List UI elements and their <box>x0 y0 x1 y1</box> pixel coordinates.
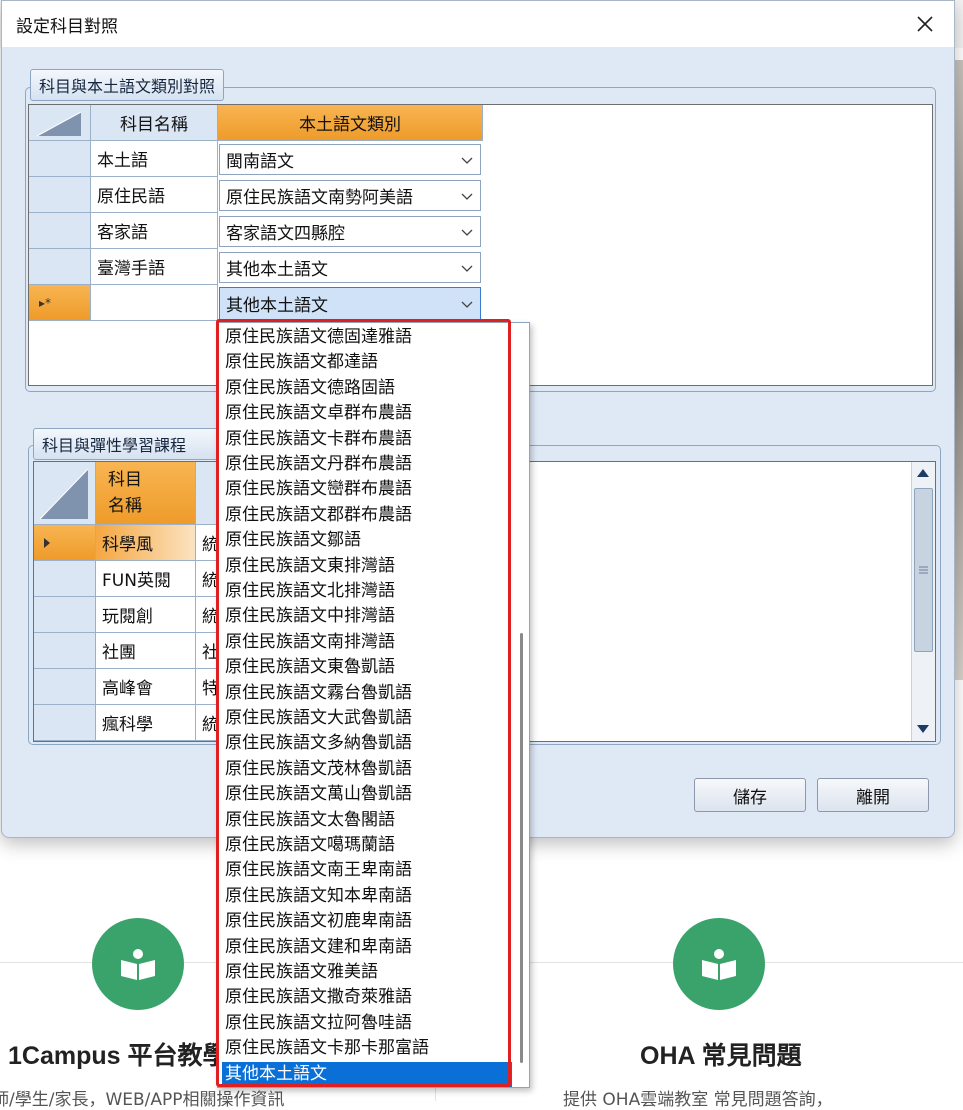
subject-cell[interactable]: 原住民語 <box>91 177 218 213</box>
close-icon[interactable] <box>910 9 940 39</box>
subject-cell[interactable]: 臺灣手語 <box>91 249 218 285</box>
subject-cell-new[interactable] <box>91 285 218 321</box>
row-header[interactable] <box>34 597 96 633</box>
subject-cell[interactable]: 客家語 <box>91 213 218 249</box>
category-combo[interactable]: 閩南語文 <box>219 144 481 175</box>
row-header[interactable] <box>29 213 91 249</box>
row-header[interactable] <box>29 141 91 177</box>
title-bar[interactable]: 設定科目對照 <box>2 1 954 47</box>
current-row-header[interactable] <box>34 525 96 561</box>
dropdown-option[interactable]: 原住民族語文知本卑南語 <box>222 884 512 909</box>
subject-cell[interactable]: 玩閱創 <box>96 597 196 633</box>
dropdown-option[interactable]: 原住民族語文中排灣語 <box>222 604 512 629</box>
row-header[interactable] <box>34 669 96 705</box>
new-row-marker[interactable]: ▸* <box>29 285 91 321</box>
dropdown-option[interactable]: 原住民族語文卓群布農語 <box>222 401 512 426</box>
group-label-flexible-course: 科目與彈性學習課程 <box>33 428 233 460</box>
dropdown-option[interactable]: 原住民族語文南排灣語 <box>222 630 512 655</box>
book-icon <box>673 918 765 1010</box>
chevron-down-icon <box>461 157 473 164</box>
dropdown-option[interactable]: 原住民族語文北排灣語 <box>222 579 512 604</box>
card-desc-1campus: 師/學生/家長，WEB/APP相關操作資訊 <box>0 1090 285 1110</box>
row-header[interactable] <box>34 633 96 669</box>
triangle-up-icon <box>917 469 929 477</box>
row-header[interactable] <box>29 249 91 285</box>
category-value: 原住民族語文南勢阿美語 <box>226 188 413 208</box>
dropdown-option[interactable]: 原住民族語文多納魯凱語 <box>222 731 512 756</box>
subject-cell[interactable]: 社團 <box>96 633 196 669</box>
leave-button[interactable]: 離開 <box>817 778 929 812</box>
save-button[interactable]: 儲存 <box>694 778 806 812</box>
dropdown-scrollbar[interactable] <box>514 323 529 1087</box>
subject-cell[interactable]: FUN英閱 <box>96 561 196 597</box>
dropdown-scrollbar-thumb[interactable] <box>520 633 523 1063</box>
dropdown-option[interactable]: 原住民族語文建和卑南語 <box>222 935 512 960</box>
subject-cell[interactable]: 科學風 <box>96 525 196 561</box>
chevron-down-icon <box>461 229 473 236</box>
dropdown-option[interactable]: 原住民族語文卡群布農語 <box>222 427 512 452</box>
category-value: 客家語文四縣腔 <box>226 224 345 244</box>
category-dropdown-list[interactable]: 原住民族語文德固達雅語 原住民族語文都達語 原住民族語文德路固語 原住民族語文卓群布農… <box>217 322 530 1088</box>
dropdown-option[interactable]: 原住民族語文太魯閣語 <box>222 808 512 833</box>
card-desc-oha: 提供 OHA雲端教室 常見問題答詢， <box>563 1090 833 1110</box>
category-combo-open[interactable]: 其他本土語文 <box>219 287 481 320</box>
dropdown-option[interactable]: 原住民族語文卡那卡那富語 <box>222 1036 512 1061</box>
grid-corner[interactable] <box>29 105 91 141</box>
book-icon <box>92 918 184 1010</box>
dropdown-option[interactable]: 原住民族語文南王卑南語 <box>222 858 512 883</box>
dropdown-option-selected[interactable]: 其他本土語文 <box>222 1061 512 1087</box>
dropdown-option[interactable]: 原住民族語文德固達雅語 <box>222 325 512 350</box>
dropdown-option[interactable]: 原住民族語文初鹿卑南語 <box>222 909 512 934</box>
dropdown-option[interactable]: 原住民族語文萬山魯凱語 <box>222 782 512 807</box>
category-combo[interactable]: 原住民族語文南勢阿美語 <box>219 180 481 211</box>
row-header[interactable] <box>34 705 96 741</box>
subject-cell[interactable]: 本土語 <box>91 141 218 177</box>
dropdown-option[interactable]: 原住民族語文東魯凱語 <box>222 655 512 680</box>
category-value: 閩南語文 <box>226 152 294 172</box>
group-label-native-language: 科目與本土語文類別對照 <box>30 69 225 101</box>
dropdown-option[interactable]: 原住民族語文噶瑪蘭語 <box>222 833 512 858</box>
vertical-scrollbar[interactable] <box>911 462 935 741</box>
dropdown-option[interactable]: 原住民族語文雅美語 <box>222 960 512 985</box>
dropdown-option[interactable]: 原住民族語文丹群布農語 <box>222 452 512 477</box>
card-title-oha: OHA 常見問題 <box>640 1042 802 1070</box>
category-combo[interactable]: 其他本土語文 <box>219 252 481 283</box>
row-header[interactable] <box>34 561 96 597</box>
dropdown-option[interactable]: 原住民族語文大武魯凱語 <box>222 706 512 731</box>
column-header-category[interactable]: 本土語文類別 <box>218 105 483 141</box>
subject-cell[interactable]: 高峰會 <box>96 669 196 705</box>
category-combo[interactable]: 客家語文四縣腔 <box>219 216 481 247</box>
dropdown-option[interactable]: 原住民族語文巒群布農語 <box>222 477 512 502</box>
grid-corner[interactable] <box>34 462 96 525</box>
dropdown-option[interactable]: 原住民族語文霧台魯凱語 <box>222 681 512 706</box>
dropdown-option[interactable]: 原住民族語文茂林魯凱語 <box>222 757 512 782</box>
chevron-down-icon <box>461 193 473 200</box>
scroll-down-button[interactable] <box>912 718 934 740</box>
subject-cell[interactable]: 瘋科學 <box>96 705 196 741</box>
row-header[interactable] <box>29 177 91 213</box>
background-photo <box>955 60 963 680</box>
grip-icon <box>919 566 928 574</box>
chevron-down-icon <box>461 265 473 272</box>
scroll-up-button[interactable] <box>912 462 934 484</box>
triangle-down-icon <box>917 725 929 733</box>
dropdown-option[interactable]: 原住民族語文東排灣語 <box>222 554 512 579</box>
dropdown-option[interactable]: 原住民族語文都達語 <box>222 350 512 375</box>
dropdown-option[interactable]: 原住民族語文德路固語 <box>222 376 512 401</box>
category-value: 其他本土語文 <box>226 296 328 316</box>
dropdown-option[interactable]: 原住民族語文撒奇萊雅語 <box>222 985 512 1010</box>
chevron-down-icon <box>461 301 473 308</box>
scrollbar-thumb[interactable] <box>914 488 933 652</box>
row-pointer-icon <box>44 537 50 548</box>
column-header-subject[interactable]: 科目名稱 <box>91 105 218 141</box>
dropdown-option[interactable]: 原住民族語文鄒語 <box>222 528 512 553</box>
dropdown-option[interactable]: 原住民族語文郡群布農語 <box>222 503 512 528</box>
dropdown-option[interactable]: 原住民族語文拉阿魯哇語 <box>222 1011 512 1036</box>
card-title-1campus: 1Campus 平台教學 <box>8 1042 228 1070</box>
column-header-subject[interactable]: 科目 名稱 <box>96 462 196 525</box>
category-value: 其他本土語文 <box>226 260 328 280</box>
dialog-title: 設定科目對照 <box>16 17 118 37</box>
